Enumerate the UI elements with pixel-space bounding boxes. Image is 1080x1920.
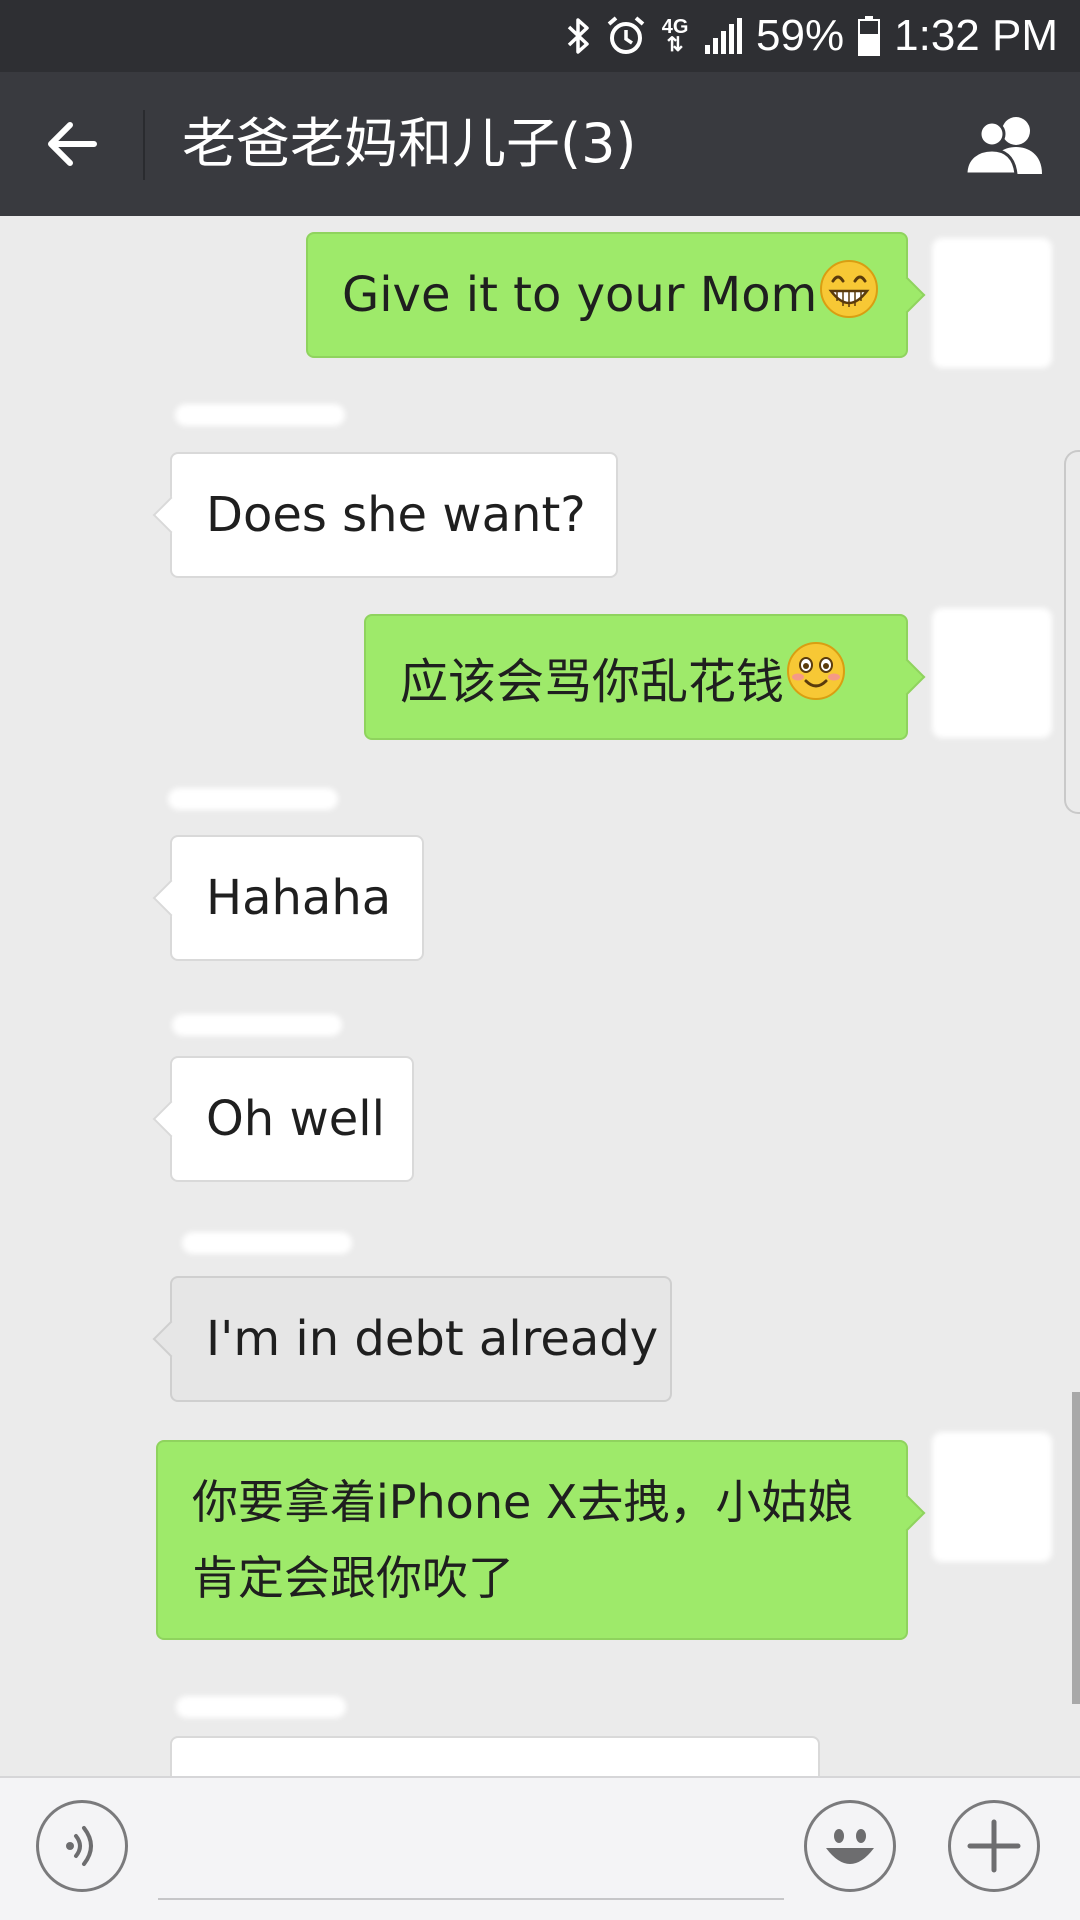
message-bubble-sent[interactable]: Give it to your Mom (306, 232, 908, 358)
side-pull-tab[interactable] (1064, 450, 1080, 814)
plus-icon (967, 1819, 1021, 1873)
message-input[interactable] (158, 1798, 784, 1900)
message-bubble-received-selected[interactable]: I'm in debt already (170, 1276, 672, 1402)
sender-name (176, 1696, 346, 1718)
battery-icon (858, 16, 881, 56)
chat-header: 老爸老妈和儿子(3) (0, 72, 1080, 216)
message-bubble-sent[interactable]: 你要拿着iPhone X去拽，小姑娘肯定会跟你吹了 (156, 1440, 908, 1640)
message-text: 你要拿着iPhone X去拽，小姑娘肯定会跟你吹了 (192, 1475, 854, 1605)
sender-name (168, 788, 338, 810)
message-text: Hahaha (206, 870, 392, 926)
sender-name (182, 1232, 352, 1254)
sender-avatar[interactable] (932, 1432, 1052, 1562)
sender-name (172, 1014, 342, 1036)
clock-time: 1:32 PM (894, 11, 1058, 60)
smiley-icon (826, 1829, 874, 1864)
input-bar (0, 1776, 1080, 1920)
alarm-icon (606, 15, 646, 57)
header-divider (143, 110, 145, 180)
voice-input-button[interactable] (36, 1800, 128, 1892)
sender-avatar[interactable] (932, 238, 1052, 368)
group-members-icon (964, 117, 1042, 174)
sender-avatar[interactable] (932, 608, 1052, 738)
network-label: 4G (661, 16, 689, 38)
scrollbar-thumb[interactable] (1072, 1392, 1080, 1704)
message-bubble-received[interactable]: Oh well (170, 1056, 414, 1182)
chat-screen: 4G ⇅ 59% 1:32 PM 老爸老妈和儿子(3) Give it to y… (0, 0, 1080, 1920)
back-button[interactable] (30, 104, 114, 184)
message-bubble-sent[interactable]: 应该会骂你乱花钱 (364, 614, 908, 740)
battery-percent: 59% (756, 11, 845, 60)
blush-emoji-icon (786, 641, 846, 713)
group-members-button[interactable] (958, 108, 1054, 180)
bluetooth-icon (566, 16, 592, 56)
message-text: Does she want? (206, 487, 586, 543)
arrow-left-icon (48, 122, 97, 166)
message-text: 应该会骂你乱花钱 (400, 654, 785, 710)
message-bubble-received[interactable]: Does she want? (170, 452, 618, 578)
chat-title: 老爸老妈和儿子(3) (182, 112, 637, 175)
network-4g-icon: 4G ⇅ (661, 16, 689, 56)
message-text: I'm in debt already (206, 1311, 659, 1367)
sender-name (175, 404, 345, 426)
more-options-button[interactable] (948, 1800, 1040, 1892)
emoji-button[interactable] (804, 1800, 896, 1892)
grin-emoji-icon (819, 259, 879, 331)
status-bar: 4G ⇅ 59% 1:32 PM (0, 0, 1080, 72)
signal-icon (704, 18, 743, 54)
message-bubble-received[interactable]: Hahaha (170, 835, 424, 961)
message-text: Give it to your Mom (342, 267, 818, 323)
voice-input-icon (66, 1826, 93, 1866)
status-icons: 4G ⇅ 59% 1:32 PM (566, 0, 1058, 72)
message-text: Oh well (206, 1091, 385, 1147)
